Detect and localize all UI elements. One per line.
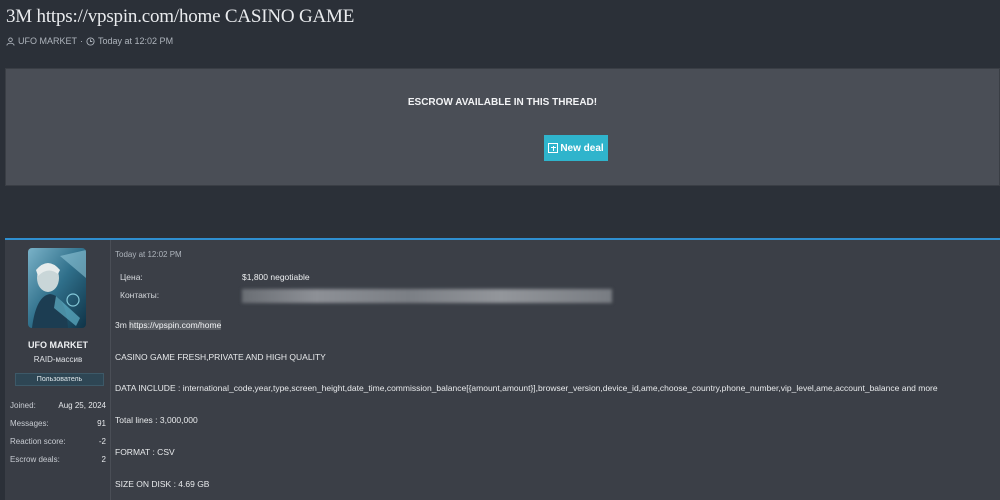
post-date[interactable]: Today at 12:02 PM [115,250,182,259]
meta-separator: · [80,36,84,46]
plus-square-icon [548,143,559,153]
stat-label: Escrow deals: [10,454,60,464]
post-body: Today at 12:02 PM Цена: $1,800 negotiabl… [115,240,1000,500]
thread-title: 3M https://vpspin.com/home CASINO GAME [6,6,355,27]
stat-escrow-deals: Escrow deals: 2 [10,450,106,468]
stat-label: Reaction score: [10,436,66,446]
user-stats: Joined: Aug 25, 2024 Messages: 91 Reacti… [10,396,106,468]
user-icon [6,36,15,46]
intro-prefix: 3m [115,320,130,330]
thread-time[interactable]: Today at 12:02 PM [98,36,173,46]
size-line: SIZE ON DISK : 4.69 GB [115,479,210,489]
format-line: FORMAT : CSV [115,447,175,457]
stat-joined: Joined: Aug 25, 2024 [10,396,106,414]
intro-line: 3m https://vpspin.com/home [115,320,222,330]
user-group-badge: Пользователь [15,373,104,386]
clock-icon [86,36,95,46]
stat-reaction-score: Reaction score: -2 [10,432,106,450]
stat-label: Messages: [10,418,49,428]
price-value: $1,800 negotiable [242,272,310,282]
site-link[interactable]: https://vpspin.com/home [129,320,222,330]
contacts-redacted [242,289,612,303]
post: UFO MARKET RAID-массив Пользователь Join… [5,238,1000,500]
stat-value: Aug 25, 2024 [58,400,106,410]
user-title: RAID-массив [33,355,83,364]
avatar[interactable] [28,248,86,328]
thread-meta: UFO MARKET · Today at 12:02 PM [6,36,173,46]
stat-value: -2 [98,436,106,446]
stat-messages: Messages: 91 [10,414,106,432]
stat-label: Joined: [10,400,36,410]
username[interactable]: UFO MARKET [5,340,111,350]
thread-author[interactable]: UFO MARKET [18,36,77,46]
contacts-label: Контакты: [120,290,160,300]
stat-value: 2 [101,454,106,464]
data-include-line: DATA INCLUDE : international_code,year,t… [115,383,938,393]
user-sidebar: UFO MARKET RAID-массив Пользователь Join… [5,240,111,500]
price-label: Цена: [120,272,143,282]
stat-value[interactable]: 91 [97,419,106,428]
new-deal-label: New deal [560,142,604,154]
new-deal-button[interactable]: New deal [544,135,608,161]
escrow-notice: ESCROW AVAILABLE IN THIS THREAD! [407,97,598,108]
total-lines-line: Total lines : 3,000,000 [115,415,198,425]
description-line: CASINO GAME FRESH,PRIVATE AND HIGH QUALI… [115,352,326,362]
escrow-panel: ESCROW AVAILABLE IN THIS THREAD! New dea… [5,68,1000,186]
